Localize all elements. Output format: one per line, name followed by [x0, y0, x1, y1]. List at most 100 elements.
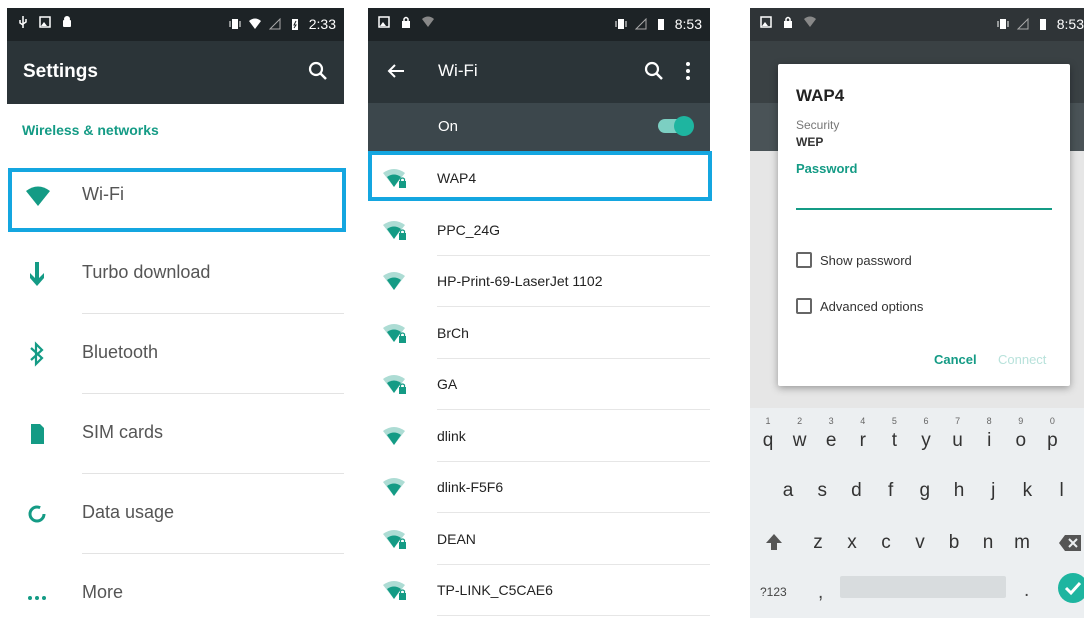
key[interactable]: 8i	[975, 416, 1003, 452]
password-input[interactable]	[796, 182, 1052, 208]
symbols-key[interactable]: ?123	[760, 585, 787, 599]
settings-item-bluetooth[interactable]: Bluetooth	[7, 314, 344, 394]
key[interactable]: m	[1008, 532, 1036, 554]
vibrate-icon	[997, 19, 1009, 29]
key[interactable]: h	[945, 480, 973, 502]
wifi-screen: 8:53 Wi-Fi On WAP4 PPC_24G HP-Print-69-Las…	[368, 8, 710, 618]
key[interactable]: s	[808, 480, 836, 502]
key[interactable]: c	[872, 532, 900, 554]
key[interactable]: f	[877, 480, 905, 502]
settings-item-sim-cards[interactable]: SIM cards	[7, 394, 344, 474]
settings-item-more[interactable]: More	[7, 554, 344, 618]
key[interactable]: g	[911, 480, 939, 502]
wifi-icon	[383, 426, 405, 445]
key[interactable]: n	[974, 532, 1002, 554]
settings-screen: 2:33 Settings Wireless & networks Wi-Fi …	[7, 8, 344, 618]
key[interactable]: 7u	[944, 416, 972, 452]
no-signal-icon	[1016, 18, 1029, 30]
back-arrow-icon[interactable]	[384, 59, 408, 83]
key-label: p	[1047, 430, 1058, 451]
key[interactable]: 3e	[817, 416, 845, 452]
network-item[interactable]: GA	[368, 359, 710, 410]
key[interactable]: 5t	[880, 416, 908, 452]
key[interactable]: d	[842, 480, 870, 502]
wifi-icon	[383, 478, 405, 496]
connect-button[interactable]: Connect	[998, 352, 1046, 367]
key[interactable]: 9o	[1007, 416, 1035, 452]
enter-key[interactable]	[1058, 573, 1084, 603]
wifi-status-icon	[248, 18, 261, 29]
android-icon	[63, 16, 71, 27]
key[interactable]: x	[838, 532, 866, 554]
key-label: w	[792, 430, 807, 451]
network-ssid: PPC_24G	[437, 221, 501, 238]
network-item[interactable]: TP-LINK_C5CAE6	[368, 565, 710, 616]
keyboard-row-1: 1q2w3e4r5t6y7u8i9o0p	[750, 416, 1084, 470]
shift-icon[interactable]	[764, 532, 784, 552]
key-hint: 3	[828, 416, 834, 426]
period-key[interactable]: .	[1024, 580, 1029, 602]
wifi-lock-icon	[383, 581, 406, 600]
page-title: Settings	[23, 61, 98, 82]
network-item[interactable]: dlink	[368, 411, 710, 462]
wifi-lock-icon	[383, 375, 406, 394]
highlight-box-wap4	[368, 151, 712, 201]
settings-item-label: Bluetooth	[82, 342, 159, 362]
advanced-options-checkbox[interactable]	[796, 298, 812, 314]
show-password-row[interactable]: Show password	[796, 252, 912, 268]
connect-dialog-screen: 8:53 WAP4 Security WEP Password Show pas…	[750, 8, 1084, 618]
key-hint: 2	[797, 416, 803, 426]
advanced-options-row[interactable]: Advanced options	[796, 298, 923, 314]
image-icon	[378, 16, 390, 28]
space-bar[interactable]	[840, 576, 1006, 598]
image-icon	[39, 16, 51, 28]
overflow-menu-icon[interactable]	[676, 59, 700, 83]
show-password-checkbox[interactable]	[796, 252, 812, 268]
key-hint: 0	[1049, 416, 1055, 426]
key[interactable]: 6y	[912, 416, 940, 452]
password-underline	[796, 208, 1052, 210]
security-value: WEP	[796, 135, 824, 149]
network-item[interactable]: PPC_24G	[368, 205, 710, 256]
key-label: e	[825, 430, 837, 451]
network-item[interactable]: BrCh	[368, 308, 710, 359]
security-label: Security	[796, 118, 840, 132]
cancel-button[interactable]: Cancel	[934, 352, 977, 367]
section-header-wireless: Wireless & networks	[22, 122, 159, 138]
backspace-icon[interactable]	[1058, 534, 1082, 552]
key[interactable]: k	[1013, 480, 1041, 502]
data-usage-icon	[28, 505, 46, 523]
settings-item-data-usage[interactable]: Data usage	[7, 474, 344, 554]
key-label: y	[921, 430, 931, 451]
network-item[interactable]: dlink-F5F6	[368, 462, 710, 513]
key[interactable]: z	[804, 532, 832, 554]
key[interactable]: 0p	[1038, 416, 1066, 452]
keyboard-row-3: zxcvbnm	[750, 532, 1084, 572]
status-bar: 2:33	[7, 8, 344, 41]
wifi-toggle-switch[interactable]	[658, 116, 694, 136]
key[interactable]: l	[1048, 480, 1076, 502]
wifi-toolbar: Wi-Fi	[368, 41, 710, 103]
no-signal-icon	[268, 18, 281, 30]
key[interactable]: a	[774, 480, 802, 502]
key[interactable]: b	[940, 532, 968, 554]
key[interactable]: j	[979, 480, 1007, 502]
settings-item-label: Data usage	[82, 502, 175, 522]
key[interactable]: 1q	[754, 416, 782, 452]
search-icon[interactable]	[642, 59, 666, 83]
key-hint: 1	[765, 416, 771, 426]
network-item[interactable]: DEAN	[368, 514, 710, 565]
key[interactable]: 4r	[849, 416, 877, 452]
password-label: Password	[796, 161, 858, 176]
comma-key[interactable]: ,	[818, 582, 823, 604]
key[interactable]: 2w	[786, 416, 814, 452]
wifi-master-switch-row[interactable]: On	[368, 103, 710, 151]
settings-item-turbo-download[interactable]: Turbo download	[7, 234, 344, 314]
network-item[interactable]: HP-Print-69-LaserJet 1102	[368, 256, 710, 307]
usb-icon	[19, 16, 27, 28]
sim-card-icon	[31, 424, 44, 444]
key[interactable]: v	[906, 532, 934, 554]
key-label: q	[762, 430, 774, 451]
search-icon[interactable]	[306, 59, 330, 83]
network-ssid: TP-LINK_C5CAE6	[437, 582, 553, 598]
